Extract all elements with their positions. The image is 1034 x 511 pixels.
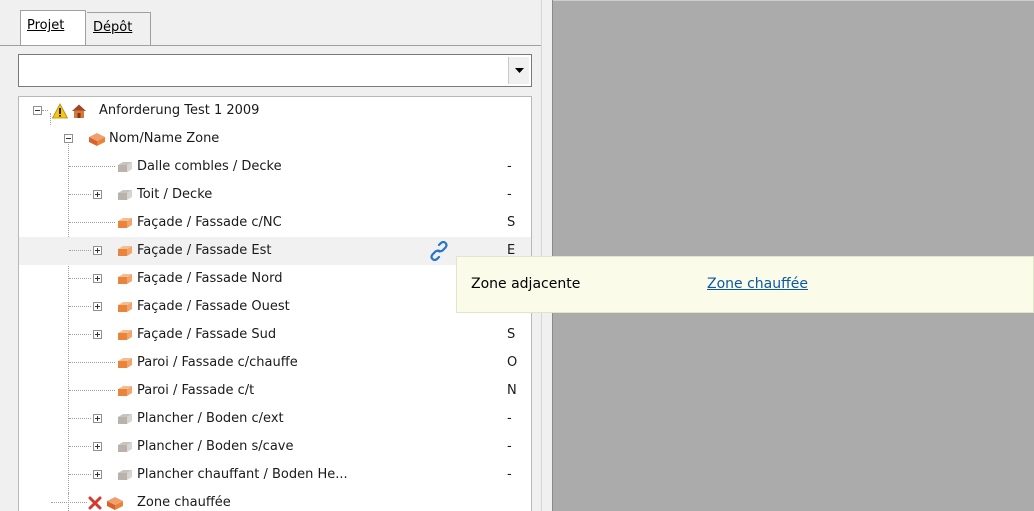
tree-item-label: Façade / Fassade Nord xyxy=(137,271,283,286)
tree-zone-label: Nom/Name Zone xyxy=(109,131,220,146)
dropdown-button[interactable] xyxy=(508,57,529,84)
tree-root-label: Anforderung Test 1 2009 xyxy=(99,103,260,118)
tree-connector xyxy=(42,110,48,112)
tree-item[interactable]: Façade / Fassade Sud S xyxy=(19,321,531,349)
tree-item[interactable]: Plancher / Boden c/ext - xyxy=(19,405,531,433)
tree-connector xyxy=(69,278,91,280)
project-tree[interactable]: Anforderung Test 1 2009 Nom/Name Zone Da… xyxy=(18,96,532,511)
tree-connector xyxy=(69,222,115,224)
orientation-value: - xyxy=(507,439,512,454)
tree-item-label: Paroi / Fassade c/chauffe xyxy=(137,355,298,370)
expand-toggle[interactable] xyxy=(93,302,102,311)
tree-connector xyxy=(69,362,115,364)
collapse-toggle[interactable] xyxy=(33,106,42,115)
tree-connector xyxy=(69,418,91,420)
tab-projet-label: Projet xyxy=(27,18,65,33)
orientation-value: - xyxy=(507,187,512,202)
tree-connector xyxy=(69,166,115,168)
orientation-value: - xyxy=(507,467,512,482)
tree-item[interactable]: Façade / Fassade Est E xyxy=(19,237,531,265)
wall-gray-icon xyxy=(118,470,132,480)
tree-item[interactable]: Dalle combles / Decke - xyxy=(19,153,531,181)
tree-connector xyxy=(69,334,91,336)
wall-orange-icon xyxy=(118,302,132,312)
error-x-icon xyxy=(88,496,102,510)
chevron-down-icon xyxy=(514,68,524,73)
tree-connector xyxy=(69,390,115,392)
tree-root-row[interactable]: Anforderung Test 1 2009 xyxy=(19,97,531,125)
tree-item[interactable]: Plancher / Boden s/cave - xyxy=(19,433,531,461)
project-selector-combobox[interactable] xyxy=(18,54,532,87)
wall-gray-icon xyxy=(118,190,132,200)
wall-gray-icon xyxy=(118,414,132,424)
tree-connector xyxy=(69,446,91,448)
wall-orange-icon xyxy=(118,386,132,396)
expand-toggle[interactable] xyxy=(93,246,102,255)
tree-item[interactable]: Façade / Fassade c/NC S xyxy=(19,209,531,237)
tree-item-label: Plancher / Boden c/ext xyxy=(137,411,284,426)
tree-item-label: Dalle combles / Decke xyxy=(137,159,282,174)
link-icon[interactable] xyxy=(430,241,448,261)
wall-orange-icon xyxy=(118,218,132,228)
tree-item[interactable]: Façade / Fassade Ouest xyxy=(19,293,531,321)
wall-orange-icon xyxy=(118,358,132,368)
orientation-value: S xyxy=(507,327,516,342)
tree-connector xyxy=(51,502,87,504)
expand-toggle[interactable] xyxy=(93,470,102,479)
orientation-value: - xyxy=(507,411,512,426)
tree-zone-label: Zone chauffée xyxy=(137,495,231,510)
wall-orange-icon xyxy=(118,274,132,284)
tree-item-label: Toit / Decke xyxy=(137,187,213,202)
expand-toggle[interactable] xyxy=(93,330,102,339)
tree-connector xyxy=(69,194,91,196)
tree-item-label: Paroi / Fassade c/t xyxy=(137,383,255,398)
tree-item[interactable]: Plancher chauffant / Boden He... - xyxy=(19,461,531,489)
tree-zone-row[interactable]: Nom/Name Zone xyxy=(19,125,531,153)
tree-connector xyxy=(69,250,91,252)
zone-icon xyxy=(107,497,123,510)
tree-item-label: Façade / Fassade Est xyxy=(137,243,272,258)
expand-toggle[interactable] xyxy=(93,414,102,423)
wall-gray-icon xyxy=(118,162,132,172)
tab-projet[interactable]: Projet xyxy=(20,10,86,46)
tree-connector xyxy=(69,474,91,476)
tree-item[interactable]: Paroi / Fassade c/chauffe O xyxy=(19,349,531,377)
orientation-value: S xyxy=(507,215,516,230)
wall-orange-icon xyxy=(118,330,132,340)
expand-toggle[interactable] xyxy=(93,190,102,199)
tab-depot[interactable]: Dépôt xyxy=(87,12,151,45)
tree-zone-row[interactable]: Zone chauffée xyxy=(19,489,531,511)
tree-item[interactable]: Toit / Decke - xyxy=(19,181,531,209)
tree-item-label: Façade / Fassade Ouest xyxy=(137,299,290,314)
zone-icon xyxy=(89,133,105,146)
tree-item-label: Plancher chauffant / Boden He... xyxy=(137,467,348,482)
tab-bar: Projet Dépôt xyxy=(0,0,541,46)
collapse-toggle[interactable] xyxy=(64,134,73,143)
wall-gray-icon xyxy=(118,442,132,452)
orientation-value: N xyxy=(507,383,517,398)
tooltip-popup: Zone adjacente Zone chauffée xyxy=(456,256,1034,313)
tab-divider xyxy=(0,45,541,46)
tree-connector xyxy=(69,306,91,308)
tree-item-label: Façade / Fassade Sud xyxy=(137,327,277,342)
orientation-value: - xyxy=(507,159,512,174)
tree-item[interactable]: Paroi / Fassade c/t N xyxy=(19,377,531,405)
wall-orange-icon xyxy=(118,246,132,256)
warning-icon xyxy=(52,103,68,119)
orientation-value: O xyxy=(507,355,518,370)
tooltip-label: Zone adjacente xyxy=(471,276,581,292)
tree-item[interactable]: Façade / Fassade Nord xyxy=(19,265,531,293)
tooltip-link[interactable]: Zone chauffée xyxy=(707,257,808,312)
expand-toggle[interactable] xyxy=(93,442,102,451)
tree-item-label: Façade / Fassade c/NC xyxy=(137,215,282,230)
house-icon xyxy=(72,104,86,118)
tree-item-label: Plancher / Boden s/cave xyxy=(137,439,294,454)
expand-toggle[interactable] xyxy=(93,274,102,283)
tab-depot-label: Dépôt xyxy=(93,20,133,35)
